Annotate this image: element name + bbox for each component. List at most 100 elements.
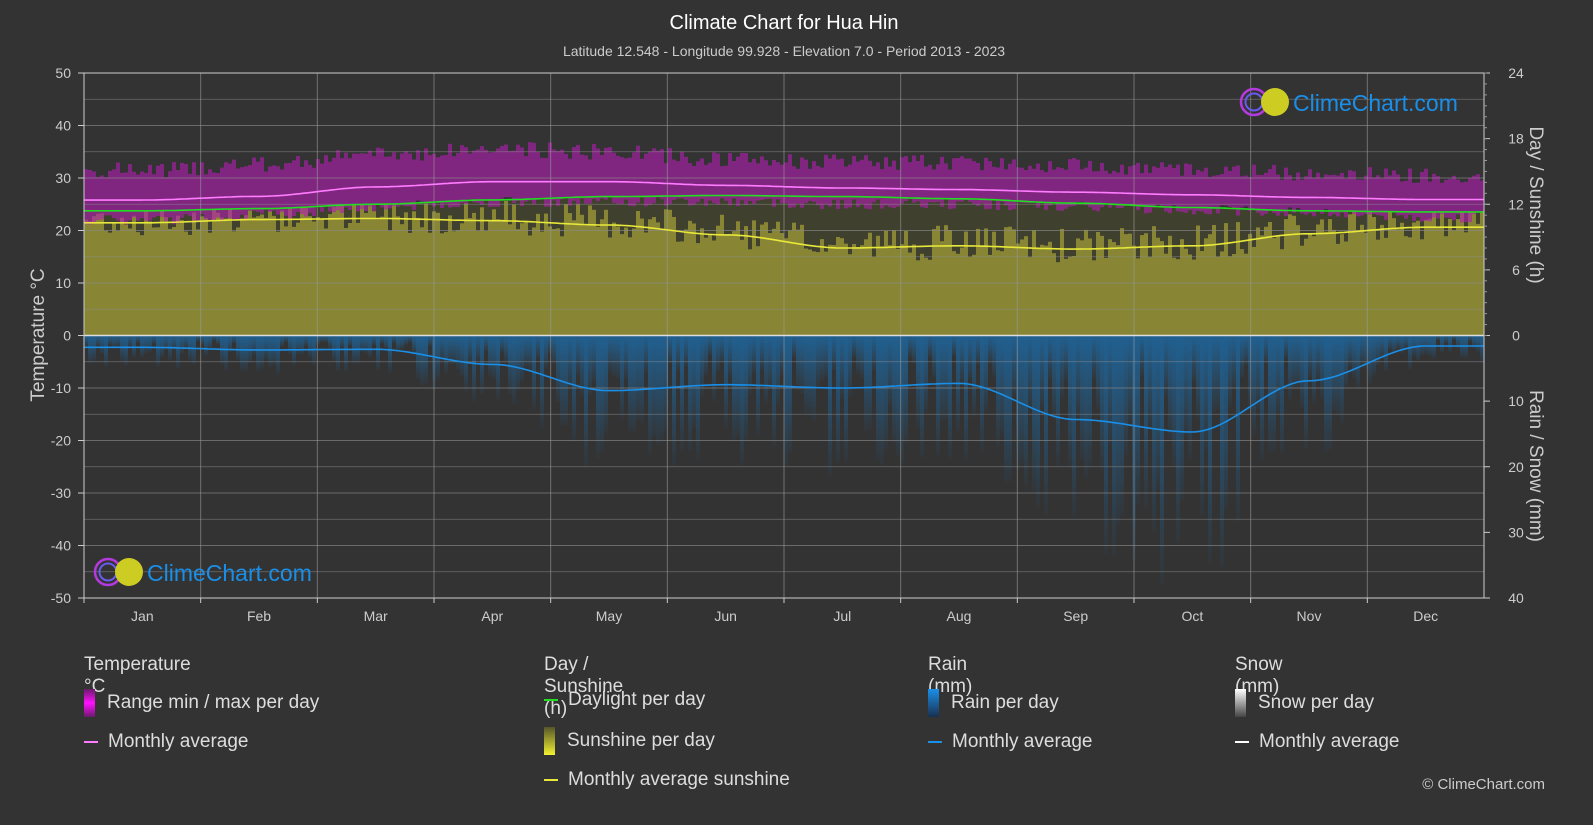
sunshine-day-bar xyxy=(1248,233,1252,336)
temperature-range-bar xyxy=(996,167,1000,210)
sunshine-day-bar xyxy=(396,216,400,336)
temperature-range-bar xyxy=(828,158,832,207)
rain-day-bar xyxy=(1172,335,1176,467)
temperature-range-bar xyxy=(1100,162,1104,208)
sunshine-day-bar xyxy=(648,219,652,336)
sunshine-day-bar xyxy=(204,217,208,336)
rain-day-bar xyxy=(112,335,116,348)
rain-day-bar xyxy=(320,335,324,343)
rain-day-bar xyxy=(1432,335,1436,359)
sunshine-day-bar xyxy=(976,228,980,336)
temperature-range-bar xyxy=(456,153,460,207)
month-label: May xyxy=(596,608,622,624)
sunshine-day-bar xyxy=(1148,256,1152,336)
rain-day-bar xyxy=(276,335,280,375)
temperature-range-bar xyxy=(460,145,464,203)
rain-day-bar xyxy=(980,335,984,452)
temperature-range-bar xyxy=(600,154,604,199)
rain-day-bar xyxy=(1028,335,1032,409)
rain-day-bar xyxy=(388,335,392,374)
rain-day-bar xyxy=(1060,335,1064,399)
sunshine-day-bar xyxy=(1180,239,1184,336)
sunshine-day-bar xyxy=(560,236,564,336)
sunshine-day-bar xyxy=(360,204,364,336)
sunshine-day-bar xyxy=(1324,231,1328,336)
temperature-range-bar xyxy=(788,154,792,208)
temperature-range-bar xyxy=(960,156,964,202)
rain-day-bar xyxy=(380,335,384,344)
temperature-range-bar xyxy=(520,147,524,206)
temperature-range-bar xyxy=(1068,159,1072,207)
sunshine-day-bar xyxy=(1428,218,1432,336)
rain-day-bar xyxy=(1176,335,1180,543)
rain-day-bar xyxy=(92,335,96,362)
sunshine-day-bar xyxy=(852,244,856,336)
rain-day-bar xyxy=(1204,335,1208,450)
sunshine-day-bar xyxy=(152,227,156,336)
rain-day-bar xyxy=(1044,335,1048,515)
rain-day-bar xyxy=(1284,335,1288,359)
temperature-range-bar xyxy=(864,155,868,209)
rain-day-bar xyxy=(908,335,912,358)
sunshine-day-bar xyxy=(372,211,376,336)
sunshine-day-bar xyxy=(1304,238,1308,336)
temperature-range-bar xyxy=(784,162,788,204)
temperature-range-bar xyxy=(436,157,440,203)
sunshine-day-bar xyxy=(288,207,292,336)
right-tick-label-sunshine: 12 xyxy=(1508,196,1524,212)
sunshine-day-bar xyxy=(384,204,388,336)
temperature-range-bar xyxy=(988,161,992,209)
rain-day-bar xyxy=(868,335,872,429)
temperature-range-bar xyxy=(920,155,924,208)
temperature-range-bar xyxy=(524,156,528,202)
right-tick-label-sunshine: 6 xyxy=(1512,262,1520,278)
temperature-range-bar xyxy=(580,154,584,199)
temperature-range-bar xyxy=(1252,164,1256,209)
rain-day-bar xyxy=(212,335,216,341)
temperature-range-bar xyxy=(1428,181,1432,222)
rain-day-bar xyxy=(1232,335,1236,390)
rain-day-bar xyxy=(464,335,468,392)
temperature-range-bar xyxy=(592,144,596,199)
sunshine-day-bar xyxy=(1268,222,1272,336)
sunshine-day-bar xyxy=(496,219,500,336)
temperature-range-bar xyxy=(1048,161,1052,206)
rain-day-bar xyxy=(1040,335,1044,408)
sunshine-day-bar xyxy=(132,215,136,336)
sunshine-day-bar xyxy=(848,254,852,336)
sunshine-day-bar xyxy=(320,218,324,336)
temperature-range-bar xyxy=(204,174,208,220)
sunshine-day-bar xyxy=(728,233,732,336)
rain-day-bar xyxy=(1096,335,1100,410)
temperature-range-bar xyxy=(316,159,320,207)
temperature-range-bar xyxy=(1256,174,1260,213)
sunshine-day-bar xyxy=(608,237,612,336)
sunshine-day-bar xyxy=(1020,239,1024,336)
rain-day-bar xyxy=(1168,335,1172,440)
sunshine-day-bar xyxy=(1036,248,1040,336)
sunshine-day-bar xyxy=(1140,235,1144,336)
right-tick-label-sunshine: 0 xyxy=(1512,328,1520,344)
sunshine-day-bar xyxy=(428,232,432,336)
rain-day-bar xyxy=(404,335,408,346)
rain-day-bar xyxy=(340,335,344,348)
rain-day-bar xyxy=(708,335,712,356)
temperature-range-bar xyxy=(552,149,556,201)
sunshine-day-bar xyxy=(1220,251,1224,336)
sunshine-day-bar xyxy=(1408,237,1412,336)
sunshine-day-bar xyxy=(540,231,544,336)
rain-day-bar xyxy=(864,335,868,432)
sunshine-day-bar xyxy=(316,217,320,336)
temperature-range-bar xyxy=(1280,179,1284,213)
rain-day-bar xyxy=(876,335,880,461)
rain-day-bar xyxy=(1328,335,1332,450)
sunshine-day-bar xyxy=(544,213,548,336)
sunshine-day-bar xyxy=(960,247,964,336)
sunshine-day-bar xyxy=(160,210,164,336)
sunshine-day-bar xyxy=(832,245,836,336)
sunshine-day-bar xyxy=(1436,226,1440,336)
sunshine-day-bar xyxy=(756,246,760,336)
temperature-range-bar xyxy=(172,162,176,225)
legend-label: Monthly average xyxy=(108,731,249,752)
rain-day-bar xyxy=(840,335,844,399)
